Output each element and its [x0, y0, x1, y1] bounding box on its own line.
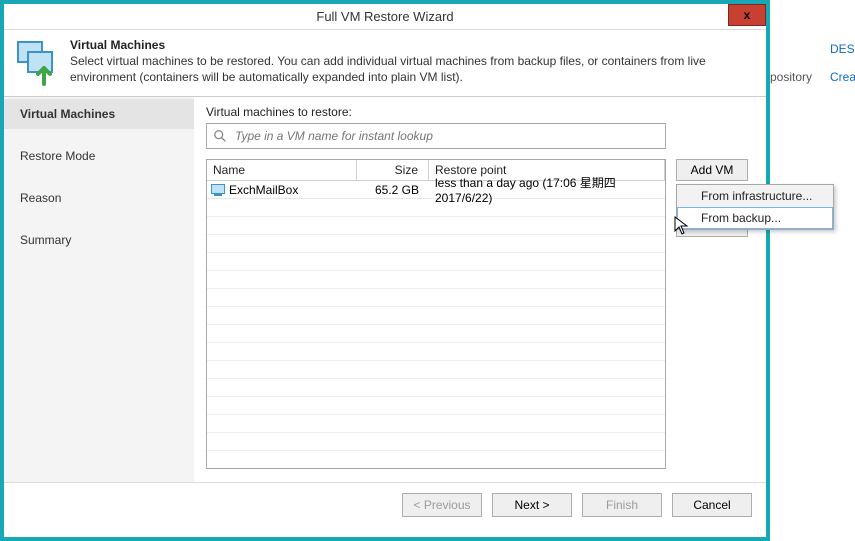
wizard-steps-sidebar: Virtual Machines Restore Mode Reason Sum…	[4, 97, 194, 482]
table-row[interactable]: ExchMailBox 65.2 GB less than a day ago …	[207, 181, 665, 199]
close-button[interactable]: x	[728, 4, 766, 26]
sidebar-item-reason[interactable]: Reason	[4, 183, 194, 213]
cancel-button[interactable]: Cancel	[672, 493, 752, 517]
add-vm-button[interactable]: Add VM	[676, 159, 748, 181]
vm-table: Name Size Restore point ExchMailBox 65.2…	[206, 159, 666, 469]
wizard-dialog: Full VM Restore Wizard x Virtual Machine…	[0, 0, 770, 541]
search-input[interactable]	[233, 128, 659, 144]
previous-button[interactable]: < Previous	[402, 493, 482, 517]
add-vm-context-menu: From infrastructure... From backup...	[676, 184, 834, 230]
finish-button[interactable]: Finish	[582, 493, 662, 517]
wizard-main-panel: Virtual machines to restore: Name Size R…	[194, 97, 766, 482]
mouse-cursor-icon	[674, 216, 690, 236]
wizard-footer: < Previous Next > Finish Cancel	[4, 482, 766, 527]
bg-text-desc: DESC	[830, 42, 855, 56]
col-header-size[interactable]: Size	[357, 160, 429, 180]
menu-item-from-backup[interactable]: From backup...	[677, 207, 833, 229]
window-title: Full VM Restore Wizard	[4, 4, 766, 30]
vm-icon	[211, 184, 225, 196]
menu-item-from-infrastructure[interactable]: From infrastructure...	[677, 185, 833, 207]
sidebar-item-virtual-machines[interactable]: Virtual Machines	[4, 99, 194, 129]
bg-text-crea: Crea	[830, 70, 855, 84]
next-button[interactable]: Next >	[492, 493, 572, 517]
sidebar-item-summary[interactable]: Summary	[4, 225, 194, 255]
header-title: Virtual Machines	[70, 38, 756, 52]
search-box[interactable]	[206, 123, 666, 149]
title-bar: Full VM Restore Wizard x	[4, 4, 766, 30]
bg-text-repo: pository	[770, 70, 812, 84]
row-size: 65.2 GB	[357, 183, 429, 197]
row-restore-point: less than a day ago (17:06 星期四 2017/6/22…	[429, 174, 665, 205]
wizard-header: Virtual Machines Select virtual machines…	[4, 30, 766, 97]
col-header-name[interactable]: Name	[207, 160, 357, 180]
header-description: Select virtual machines to be restored. …	[70, 54, 756, 85]
vm-restore-icon	[14, 38, 62, 86]
vm-list-label: Virtual machines to restore:	[206, 105, 754, 119]
sidebar-item-restore-mode[interactable]: Restore Mode	[4, 141, 194, 171]
search-icon	[213, 129, 227, 143]
row-name: ExchMailBox	[229, 183, 298, 197]
